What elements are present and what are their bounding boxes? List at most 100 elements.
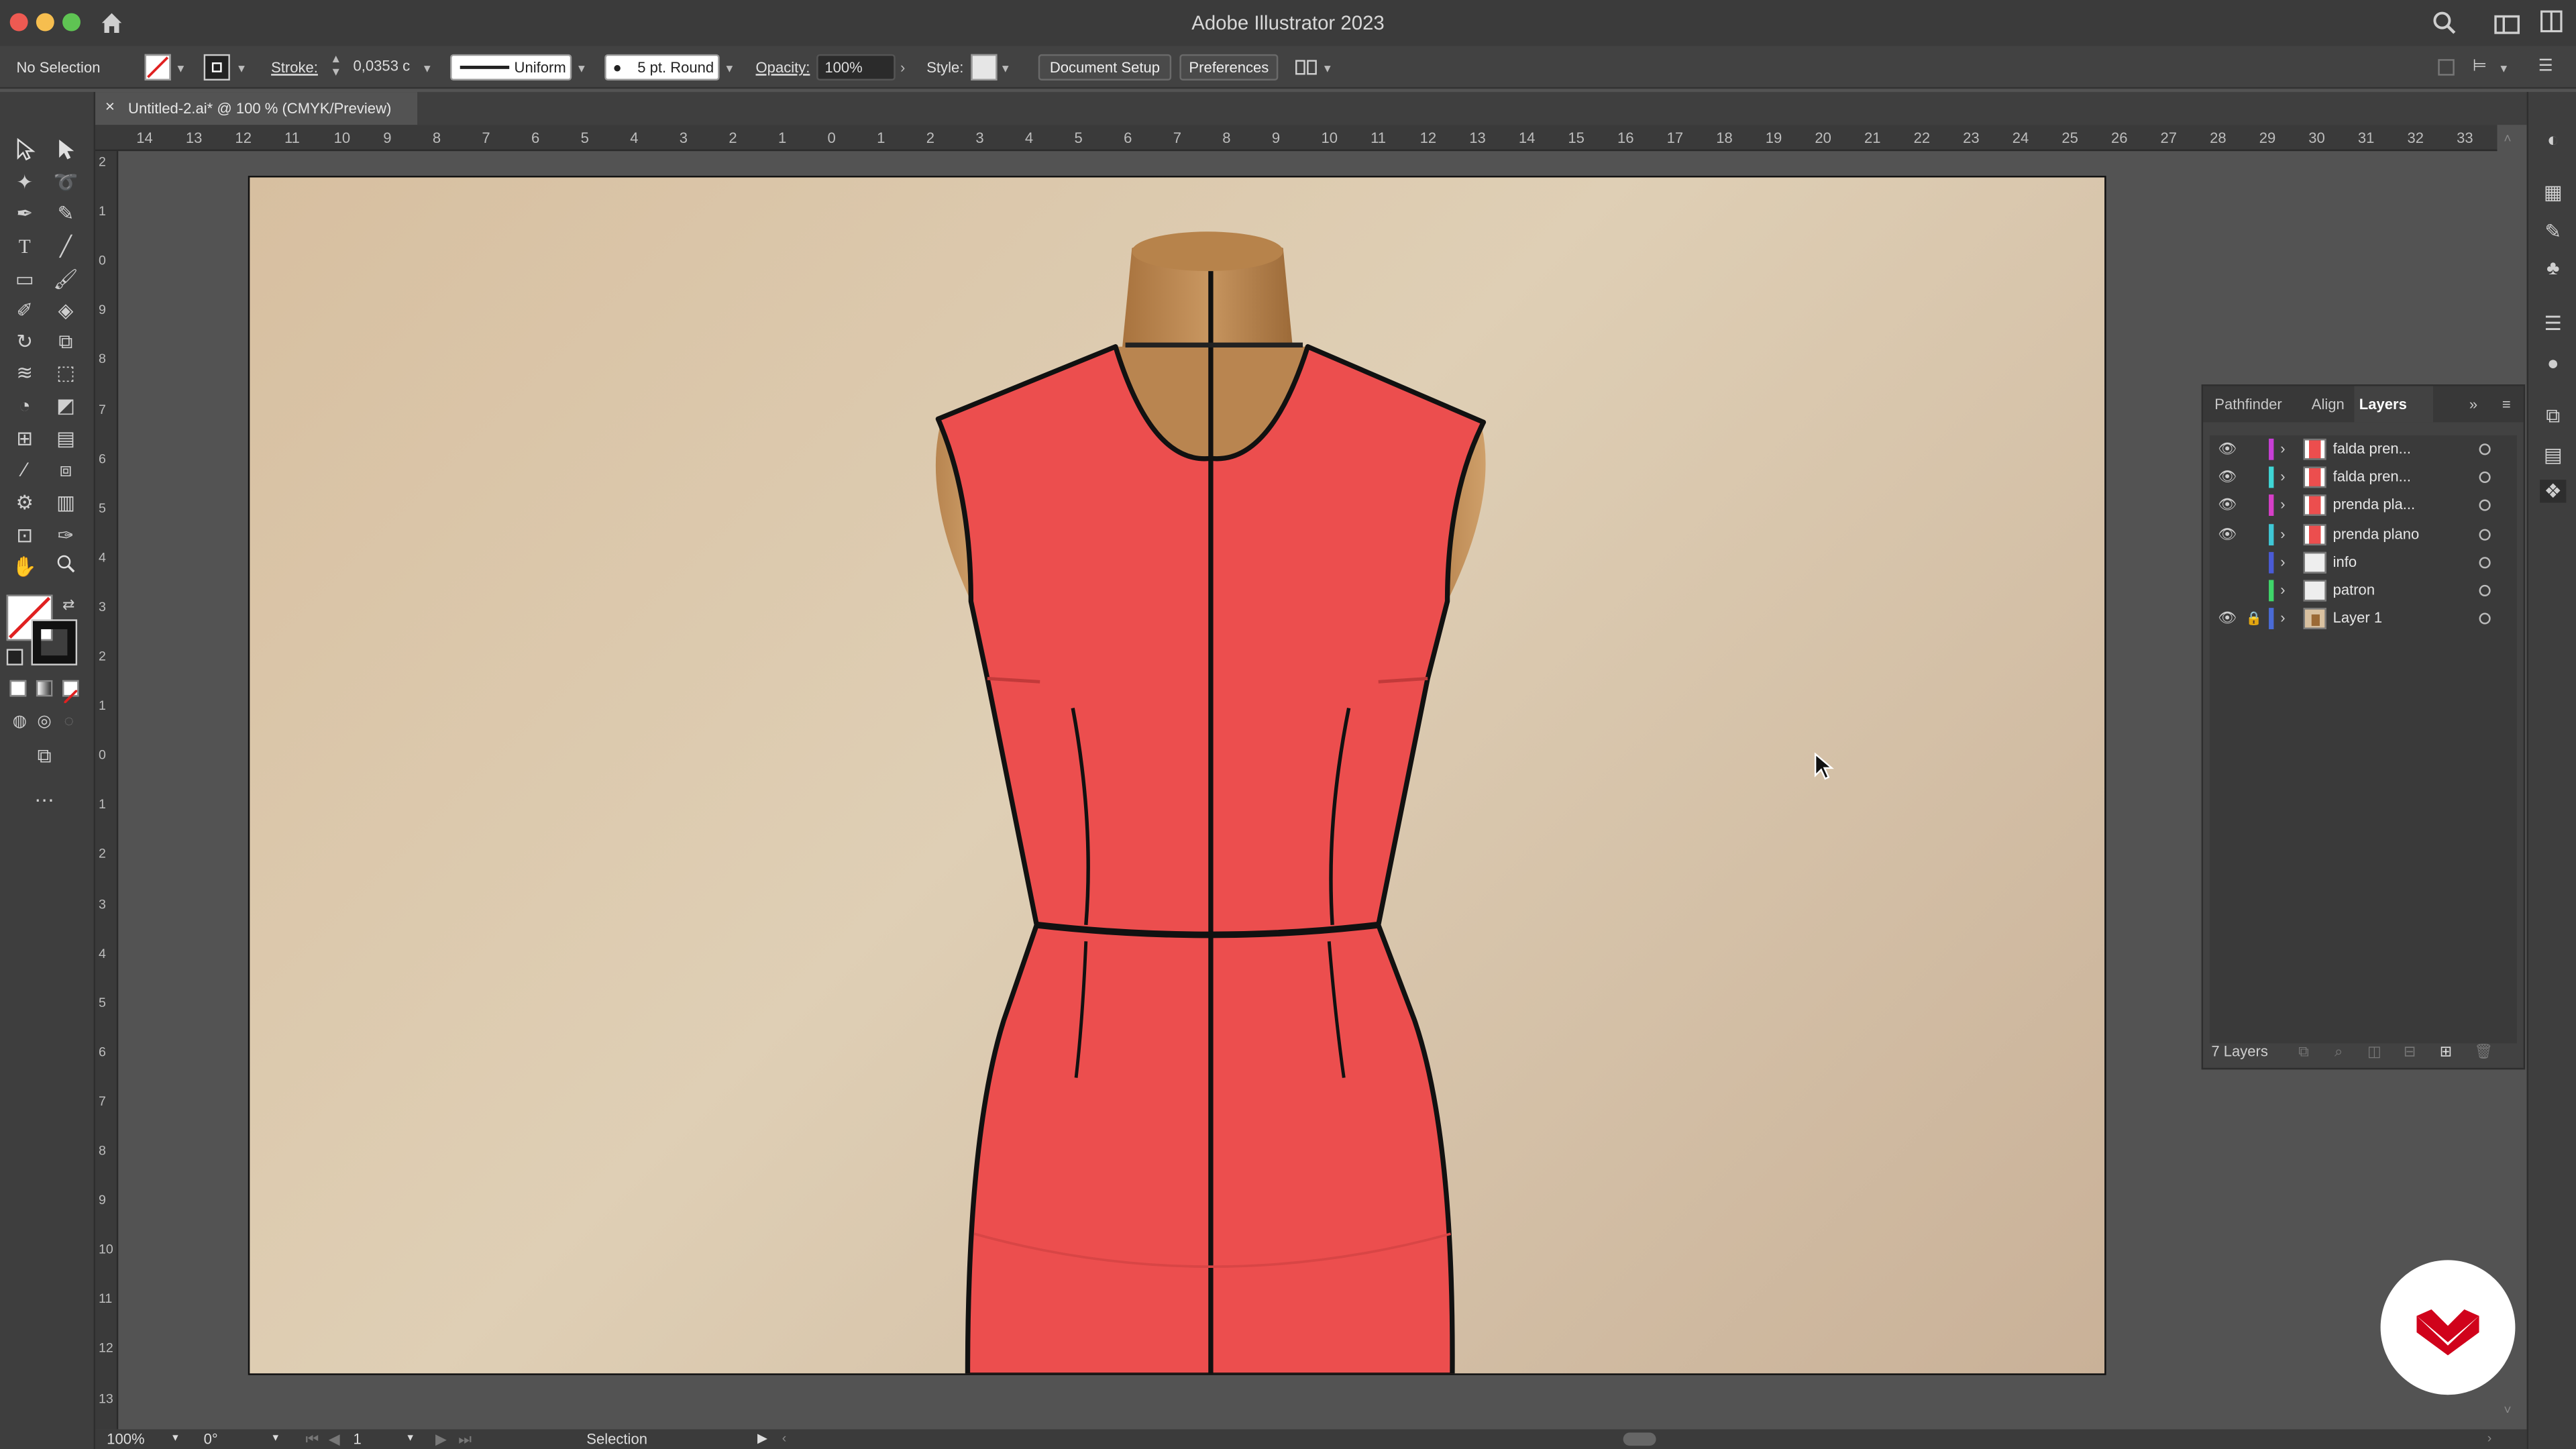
next-artboard-icon[interactable]: ▶: [435, 1430, 447, 1449]
blend-tool-icon[interactable]: ⧈: [51, 457, 80, 483]
preferences-button[interactable]: Preferences: [1179, 54, 1279, 81]
scroll-up-icon[interactable]: ˄: [2504, 131, 2511, 146]
locate-object-icon[interactable]: ⌕: [2334, 1035, 2343, 1068]
expand-arrow-icon[interactable]: ›: [2280, 548, 2285, 576]
mesh-tool-icon[interactable]: ⊞: [10, 425, 40, 451]
layer-row[interactable]: › info: [2210, 548, 2517, 576]
expand-arrow-icon[interactable]: ›: [2280, 520, 2285, 548]
layer-row[interactable]: › patron: [2210, 577, 2517, 605]
clipping-mask-icon[interactable]: ◫: [2367, 1035, 2381, 1068]
align-panel-icon[interactable]: ▤: [2540, 443, 2566, 466]
curvature-tool-icon[interactable]: ✎: [51, 201, 80, 227]
workspace-icon[interactable]: [2494, 13, 2520, 34]
align-icon[interactable]: [2438, 59, 2455, 76]
stepper-arrows-icon[interactable]: ▲ ▼: [330, 54, 341, 80]
chevron-down-icon[interactable]: ▾: [177, 61, 184, 76]
horizontal-scrollbar-thumb[interactable]: [1623, 1432, 1656, 1446]
color-guide-icon[interactable]: ◐: [2540, 128, 2566, 151]
opacity-label[interactable]: Opacity:: [756, 46, 810, 89]
delete-layer-icon[interactable]: 🗑: [2474, 1035, 2493, 1068]
zoom-tool-icon[interactable]: [51, 553, 80, 580]
more-tools-icon[interactable]: ⋯: [30, 787, 59, 813]
new-layer-icon[interactable]: ⊞: [2440, 1035, 2452, 1068]
expand-arrow-icon[interactable]: ›: [2280, 577, 2285, 605]
appearance-icon[interactable]: ●: [2540, 352, 2566, 374]
last-artboard-icon[interactable]: ⏭: [458, 1430, 472, 1449]
target-circle-icon[interactable]: [2479, 443, 2491, 455]
fill-swatch[interactable]: [144, 54, 171, 81]
draw-inside-icon[interactable]: ◌: [54, 710, 84, 736]
layer-row[interactable]: 👁 › falda pren...: [2210, 464, 2517, 492]
chevron-down-icon[interactable]: ▾: [726, 61, 733, 76]
expand-arrow-icon[interactable]: ›: [2280, 435, 2285, 464]
chevron-down-icon[interactable]: ▾: [578, 61, 585, 76]
rotate-tool-icon[interactable]: ↻: [10, 329, 40, 355]
arrange-documents-icon[interactable]: [1295, 58, 1318, 77]
target-circle-icon[interactable]: [2479, 528, 2491, 540]
transform-icon[interactable]: ⊨: [2473, 58, 2492, 77]
scroll-down-icon[interactable]: ˅: [2504, 1403, 2511, 1417]
shape-builder-tool-icon[interactable]: ◔: [10, 392, 40, 419]
layers-panel-icon[interactable]: ❖: [2540, 480, 2567, 503]
chevron-down-icon[interactable]: ▾: [407, 1430, 413, 1449]
stroke-panel-icon[interactable]: ☰: [2540, 312, 2566, 335]
brushes-icon[interactable]: ✎: [2540, 220, 2566, 243]
search-icon[interactable]: [2432, 10, 2458, 36]
stroke-weight-input[interactable]: 0,0353 c: [347, 54, 419, 80]
target-circle-icon[interactable]: [2479, 584, 2491, 596]
vertical-ruler[interactable]: 2 1 0 9 8 7 6 5 4 3 2 1 0 1 2 3 4 5 6 7 8 9 10 11 12 13: [95, 151, 119, 1430]
chevron-down-icon[interactable]: ▾: [1002, 61, 1009, 76]
magic-wand-tool-icon[interactable]: ✦: [10, 169, 40, 195]
target-circle-icon[interactable]: [2479, 612, 2491, 625]
share-icon[interactable]: [2540, 10, 2563, 33]
visibility-eye-icon[interactable]: 👁: [2218, 605, 2237, 633]
none-mode-icon[interactable]: [62, 680, 79, 704]
paintbrush-tool-icon[interactable]: 🖌: [51, 266, 80, 292]
target-circle-icon[interactable]: [2479, 500, 2491, 512]
type-tool-icon[interactable]: T: [10, 233, 40, 260]
swap-colors-icon[interactable]: ⇄: [62, 596, 74, 614]
brush-definition-select[interactable]: ● 5 pt. Round: [604, 54, 720, 81]
eraser-tool-icon[interactable]: ◈: [51, 297, 80, 323]
chevron-down-icon[interactable]: ▾: [1324, 61, 1331, 76]
column-graph-tool-icon[interactable]: ▥: [51, 490, 80, 516]
chevron-down-icon[interactable]: ▾: [238, 61, 245, 76]
layer-name[interactable]: patron: [2333, 577, 2465, 605]
default-colors-icon[interactable]: [6, 649, 23, 665]
target-circle-icon[interactable]: [2479, 556, 2491, 568]
artboard-tool-icon[interactable]: ⊡: [10, 523, 40, 549]
shaper-tool-icon[interactable]: ✐: [10, 297, 40, 323]
panel-menu-icon[interactable]: ≡: [2502, 386, 2511, 423]
collapse-panel-icon[interactable]: »: [2469, 386, 2477, 423]
target-circle-icon[interactable]: [2479, 472, 2491, 484]
close-tab-icon[interactable]: ×: [105, 92, 115, 125]
screen-mode-icon[interactable]: ⧉: [30, 743, 59, 769]
properties-icon[interactable]: ▦: [2540, 180, 2566, 203]
zoom-level[interactable]: 100%: [107, 1430, 144, 1449]
line-segment-tool-icon[interactable]: ╱: [51, 233, 80, 260]
symbols-icon[interactable]: ♣: [2540, 256, 2566, 279]
stroke-label[interactable]: Stroke:: [271, 46, 318, 89]
transform-panel-icon[interactable]: ⧉: [2540, 404, 2566, 427]
artboard-number[interactable]: 1: [354, 1430, 362, 1449]
layer-name[interactable]: falda pren...: [2333, 435, 2465, 464]
slice-tool-icon[interactable]: ✑: [51, 523, 80, 549]
lock-icon[interactable]: 🔒: [2246, 605, 2262, 633]
tab-layers[interactable]: Layers: [2354, 386, 2433, 423]
warp-tool-icon[interactable]: ≋: [10, 360, 40, 386]
collect-export-icon[interactable]: ⧉: [2298, 1035, 2309, 1068]
layer-row[interactable]: 👁 🔒 › Layer 1: [2210, 605, 2517, 633]
symbol-sprayer-tool-icon[interactable]: ⚙: [10, 490, 40, 516]
status-menu-icon[interactable]: ▶: [757, 1430, 767, 1449]
layer-row[interactable]: 👁 › prenda plano: [2210, 520, 2517, 548]
layer-name[interactable]: info: [2333, 548, 2465, 576]
chevron-down-icon[interactable]: ▾: [273, 1430, 279, 1449]
pen-tool-icon[interactable]: ✒: [10, 201, 40, 227]
stroke-color-icon[interactable]: [31, 619, 78, 665]
previous-artboard-icon[interactable]: ◀: [329, 1430, 340, 1449]
chevron-right-icon[interactable]: ›: [900, 59, 905, 75]
rectangle-tool-icon[interactable]: ▭: [10, 266, 40, 292]
layer-name[interactable]: prenda pla...: [2333, 492, 2465, 520]
visibility-eye-icon[interactable]: 👁: [2218, 520, 2237, 548]
lasso-tool-icon[interactable]: ➰: [51, 169, 80, 195]
